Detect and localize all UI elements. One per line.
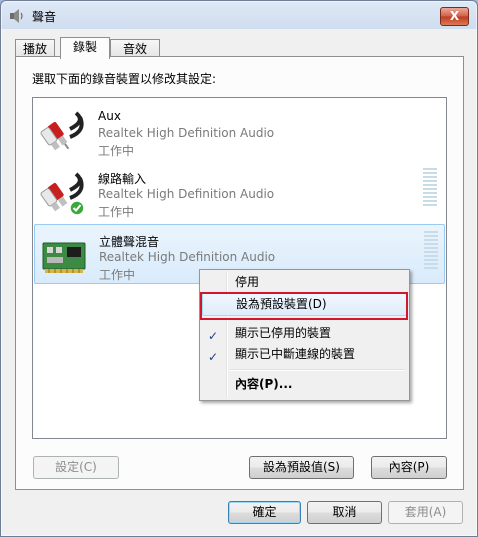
tab-label: 錄製: [72, 40, 97, 54]
button-label: 內容(P): [388, 460, 430, 474]
highlight-annotation-box: [200, 292, 408, 320]
menu-label: 停用: [235, 275, 260, 289]
properties-button[interactable]: 內容(P): [371, 456, 447, 479]
cancel-button[interactable]: 取消: [307, 501, 382, 524]
tab-label: 音效: [122, 42, 147, 56]
tab-recording[interactable]: 錄製: [60, 37, 110, 59]
context-menu: 停用 設為預設裝置(D) ✓ 顯示已停用的裝置 ✓ 顯示已中斷連線的裝置 內容(…: [199, 269, 410, 401]
device-driver: Realtek High Definition Audio: [98, 126, 275, 140]
checkmark-icon: ✓: [208, 350, 219, 364]
speaker-icon: [10, 9, 23, 23]
menu-separator: [230, 369, 405, 371]
title-bar[interactable]: 聲音 X: [1, 1, 477, 29]
device-name: Aux: [98, 109, 121, 123]
menu-item-properties[interactable]: 內容(P)...: [202, 374, 405, 395]
button-label: 設為預設值(S): [263, 460, 340, 474]
ok-button[interactable]: 確定: [228, 501, 301, 524]
device-item-line-in[interactable]: 線路輸入 Realtek High Definition Audio 工作中: [34, 162, 443, 220]
device-driver: Realtek High Definition Audio: [99, 250, 276, 264]
level-meter: [424, 231, 438, 275]
level-meter: [423, 168, 437, 212]
menu-item-show-disabled[interactable]: ✓ 顯示已停用的裝置: [202, 323, 405, 344]
button-label: 設定(C): [55, 460, 97, 474]
device-item-aux[interactable]: Aux Realtek High Definition Audio 工作中: [34, 101, 443, 159]
device-name: 立體聲混音: [99, 235, 160, 249]
tab-label: 播放: [22, 42, 47, 56]
menu-label: 顯示已中斷連線的裝置: [235, 347, 356, 361]
set-default-button[interactable]: 設為預設值(S): [249, 456, 354, 479]
apply-button[interactable]: 套用(A): [388, 501, 463, 524]
menu-label: 內容(P)...: [235, 377, 293, 391]
button-label: 確定: [252, 505, 277, 519]
close-button[interactable]: X: [440, 7, 469, 26]
button-label: 套用(A): [404, 505, 447, 519]
device-name: 線路輸入: [98, 172, 147, 186]
close-icon: X: [449, 9, 460, 23]
menu-item-disable[interactable]: 停用: [202, 272, 405, 293]
configure-button[interactable]: 設定(C): [33, 456, 119, 479]
device-driver: Realtek High Definition Audio: [98, 187, 275, 201]
menu-label: 顯示已停用的裝置: [235, 326, 332, 340]
rca-cable-icon: [40, 172, 85, 216]
device-status: 工作中: [98, 205, 135, 219]
instruction-text: 選取下面的錄音裝置以修改其設定:: [32, 72, 217, 86]
sound-card-icon: [42, 242, 86, 273]
window-title: 聲音: [32, 10, 57, 24]
menu-item-show-disconnected[interactable]: ✓ 顯示已中斷連線的裝置: [202, 344, 405, 365]
button-label: 取消: [332, 505, 357, 519]
checkmark-icon: ✓: [208, 329, 219, 343]
device-status: 工作中: [99, 268, 136, 282]
device-status: 工作中: [98, 144, 135, 158]
rca-cable-icon: [40, 111, 84, 151]
